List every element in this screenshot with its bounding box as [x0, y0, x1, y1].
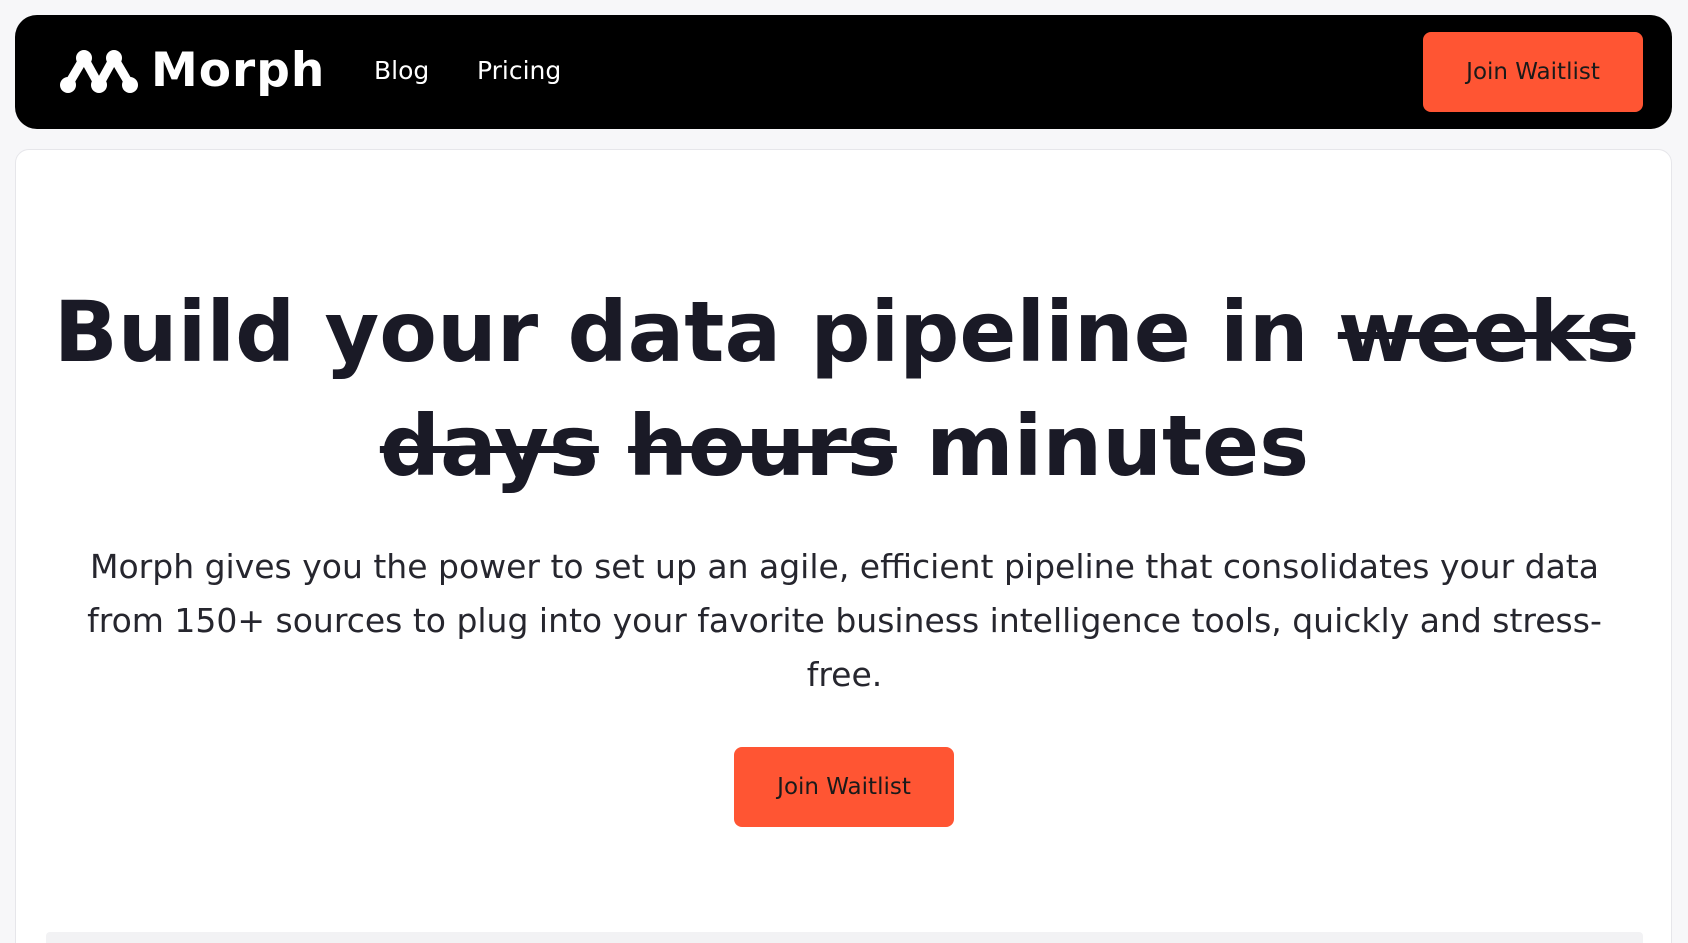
- brand-name: Morph: [151, 43, 326, 98]
- top-navbar: Morph Blog Pricing Join Waitlist: [15, 15, 1672, 129]
- page: Morph Blog Pricing Join Waitlist Build y…: [0, 0, 1688, 943]
- headline-main-text: Build your data pipeline in: [53, 283, 1309, 381]
- morph-logo-icon: [60, 50, 138, 93]
- nav-join-waitlist-button[interactable]: Join Waitlist: [1423, 32, 1643, 112]
- struck-word-days: days: [379, 397, 599, 495]
- nav-link-pricing[interactable]: Pricing: [477, 55, 561, 87]
- nav-link-blog[interactable]: Blog: [374, 55, 429, 87]
- hero-headline: Build your data pipeline in weeks days h…: [46, 275, 1643, 503]
- hero-section: Build your data pipeline in weeks days h…: [15, 149, 1672, 943]
- hero-join-waitlist-button[interactable]: Join Waitlist: [734, 747, 954, 827]
- product-preview-panel: [46, 932, 1643, 943]
- struck-word-weeks: weeks: [1337, 283, 1636, 381]
- struck-word-hours: hours: [628, 397, 897, 495]
- brand-logo[interactable]: Morph: [59, 43, 325, 99]
- hero-description: Morph gives you the power to set up an a…: [87, 547, 1602, 694]
- headline-final-word: minutes: [926, 397, 1310, 495]
